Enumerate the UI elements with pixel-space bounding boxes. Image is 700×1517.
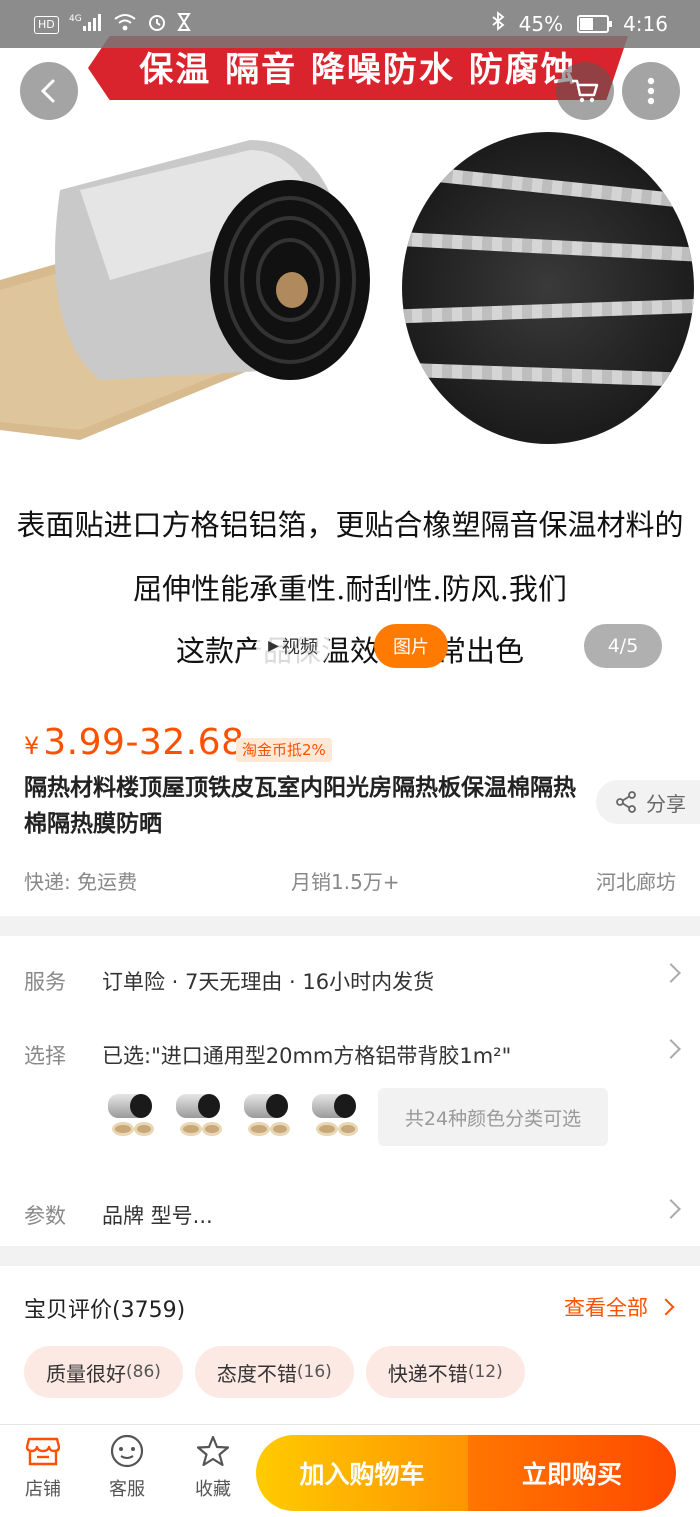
- product-title: 隔热材料楼顶屋顶铁皮瓦室内阳光房隔热板保温棉隔热棉隔热膜防晒: [24, 775, 576, 837]
- chevron-right-icon: [657, 1298, 675, 1316]
- coin-discount-badge: 淘金币抵2%: [236, 738, 332, 762]
- signal-icon: 4G: [69, 12, 103, 38]
- chat-face-icon: [109, 1433, 145, 1469]
- product-options-section: 服务 订单险 · 7天无理由 · 16小时内发货 选择 已选:"进口通用型20m…: [0, 936, 700, 1246]
- more-button[interactable]: [622, 62, 680, 120]
- chevron-right-icon: [661, 1039, 681, 1059]
- review-tag-label: 态度不错: [216, 1361, 297, 1386]
- review-tag-count: (12): [467, 1362, 503, 1382]
- chevron-right-icon: [661, 963, 681, 983]
- review-tag[interactable]: 态度不错 (16): [194, 1346, 354, 1398]
- view-all-label: 查看全部: [564, 1296, 648, 1320]
- status-bar: HD 4G 45% 4:16: [0, 0, 700, 48]
- chevron-right-icon: [661, 1199, 681, 1219]
- review-tags: 质量很好 (86) 态度不错 (16) 快递不错 (12): [24, 1346, 525, 1398]
- monthly-sales: 月销1.5万+: [291, 870, 400, 894]
- favorite-button[interactable]: 收藏: [178, 1433, 248, 1501]
- reviews-title: 宝贝评价(3759): [24, 1298, 186, 1323]
- hd-icon: HD: [34, 16, 59, 34]
- variant-thumbnail[interactable]: [102, 1088, 160, 1146]
- add-to-cart-button[interactable]: 加入购物车: [256, 1435, 468, 1511]
- insulation-roll-image: [0, 130, 380, 450]
- buy-now-label: 立即购买: [521, 1460, 622, 1489]
- review-tag[interactable]: 快递不错 (12): [365, 1346, 525, 1398]
- buy-now-button[interactable]: 立即购买: [468, 1435, 676, 1511]
- service-value: 订单险 · 7天无理由 · 16小时内发货: [102, 970, 435, 994]
- cart-button[interactable]: [556, 62, 614, 120]
- selected-variant: 已选:"进口通用型20mm方格铝带背胶1m²": [102, 1044, 512, 1068]
- params-value: 品牌 型号...: [102, 1204, 213, 1228]
- variant-thumbnail[interactable]: [170, 1088, 228, 1146]
- variant-thumbnail[interactable]: [306, 1088, 364, 1146]
- tab-pictures-label: 图片: [393, 637, 429, 658]
- promo-banner-text: 保温 隔音 降噪防水 防腐蚀: [139, 50, 577, 90]
- view-all-reviews-link[interactable]: 查看全部: [564, 1292, 675, 1322]
- review-tag-label: 质量很好: [46, 1361, 126, 1386]
- service-label: 服务: [24, 970, 66, 994]
- clock-time: 4:16: [623, 12, 668, 36]
- store-label: 店铺: [25, 1479, 61, 1500]
- select-label: 选择: [24, 1044, 66, 1068]
- hourglass-icon: [176, 12, 191, 38]
- battery-percent: 45%: [518, 12, 564, 36]
- store-button[interactable]: 店铺: [8, 1433, 78, 1501]
- share-label: 分享: [646, 791, 686, 816]
- price: ¥ 3.99-32.68: [24, 722, 245, 763]
- share-button[interactable]: 分享: [596, 780, 700, 824]
- bluetooth-icon: [491, 11, 505, 37]
- review-tag[interactable]: 质量很好 (86): [24, 1346, 183, 1398]
- back-arrow-icon: [40, 79, 55, 103]
- review-tag-label: 快递不错: [387, 1361, 468, 1386]
- share-icon: [616, 791, 636, 813]
- params-label: 参数: [24, 1204, 66, 1228]
- wifi-icon: [113, 12, 137, 38]
- product-detail-page: HD 4G 45% 4:16 保温 隔音 降噪防水 防腐蚀 表面贴进口方格铝铝箔…: [0, 0, 700, 1517]
- caption-line-2: 屈伸性能承重性.耐刮性.防风.我们: [133, 572, 567, 606]
- product-info-section: ¥ 3.99-32.68 淘金币抵2% 隔热材料楼顶屋顶铁皮瓦室内阳光房隔热板保…: [0, 700, 700, 916]
- variant-thumbnail[interactable]: [238, 1088, 296, 1146]
- ship-from-location: 河北廊坊: [596, 870, 676, 894]
- product-image-carousel[interactable]: HD 4G 45% 4:16 保温 隔音 降噪防水 防腐蚀 表面贴进口方格铝铝箔…: [0, 0, 700, 700]
- price-range: 3.99-32.68: [43, 722, 245, 763]
- reviews-section: 宝贝评价(3759) 查看全部 质量很好 (86) 态度不错 (16) 快递不错 (1…: [0, 1266, 700, 1426]
- shipping-info: 快递: 免运费: [24, 870, 138, 894]
- foam-detail-image: [402, 132, 694, 444]
- bottom-action-bar: 店铺 客服 收藏 加入购物车 立即购买: [0, 1424, 700, 1517]
- store-icon: [25, 1433, 61, 1469]
- svg-text:4G: 4G: [69, 14, 82, 24]
- currency-symbol: ¥: [24, 732, 40, 760]
- image-page-indicator: 4/5: [584, 624, 662, 668]
- review-tag-count: (86): [126, 1362, 161, 1382]
- back-button[interactable]: [20, 62, 78, 120]
- more-dots-icon: [647, 77, 655, 105]
- play-icon: ▶: [268, 638, 279, 654]
- star-icon: [195, 1433, 231, 1469]
- tab-video-label: 视频: [281, 637, 318, 658]
- tab-video[interactable]: ▶ 视频: [256, 624, 330, 668]
- tab-pictures[interactable]: 图片: [374, 624, 448, 668]
- variant-thumbnails: [102, 1088, 364, 1146]
- customer-service-button[interactable]: 客服: [92, 1433, 162, 1501]
- review-tag-count: (16): [296, 1362, 332, 1382]
- alarm-icon: [147, 12, 167, 38]
- customer-service-label: 客服: [109, 1479, 145, 1500]
- caption-line-1: 表面贴进口方格铝铝箔，更贴合橡塑隔音保温材料的: [16, 508, 684, 542]
- battery-icon: [577, 15, 613, 33]
- favorite-label: 收藏: [195, 1479, 231, 1500]
- cart-icon: [572, 79, 599, 103]
- variants-count-badge[interactable]: 共24种颜色分类可选: [378, 1088, 608, 1146]
